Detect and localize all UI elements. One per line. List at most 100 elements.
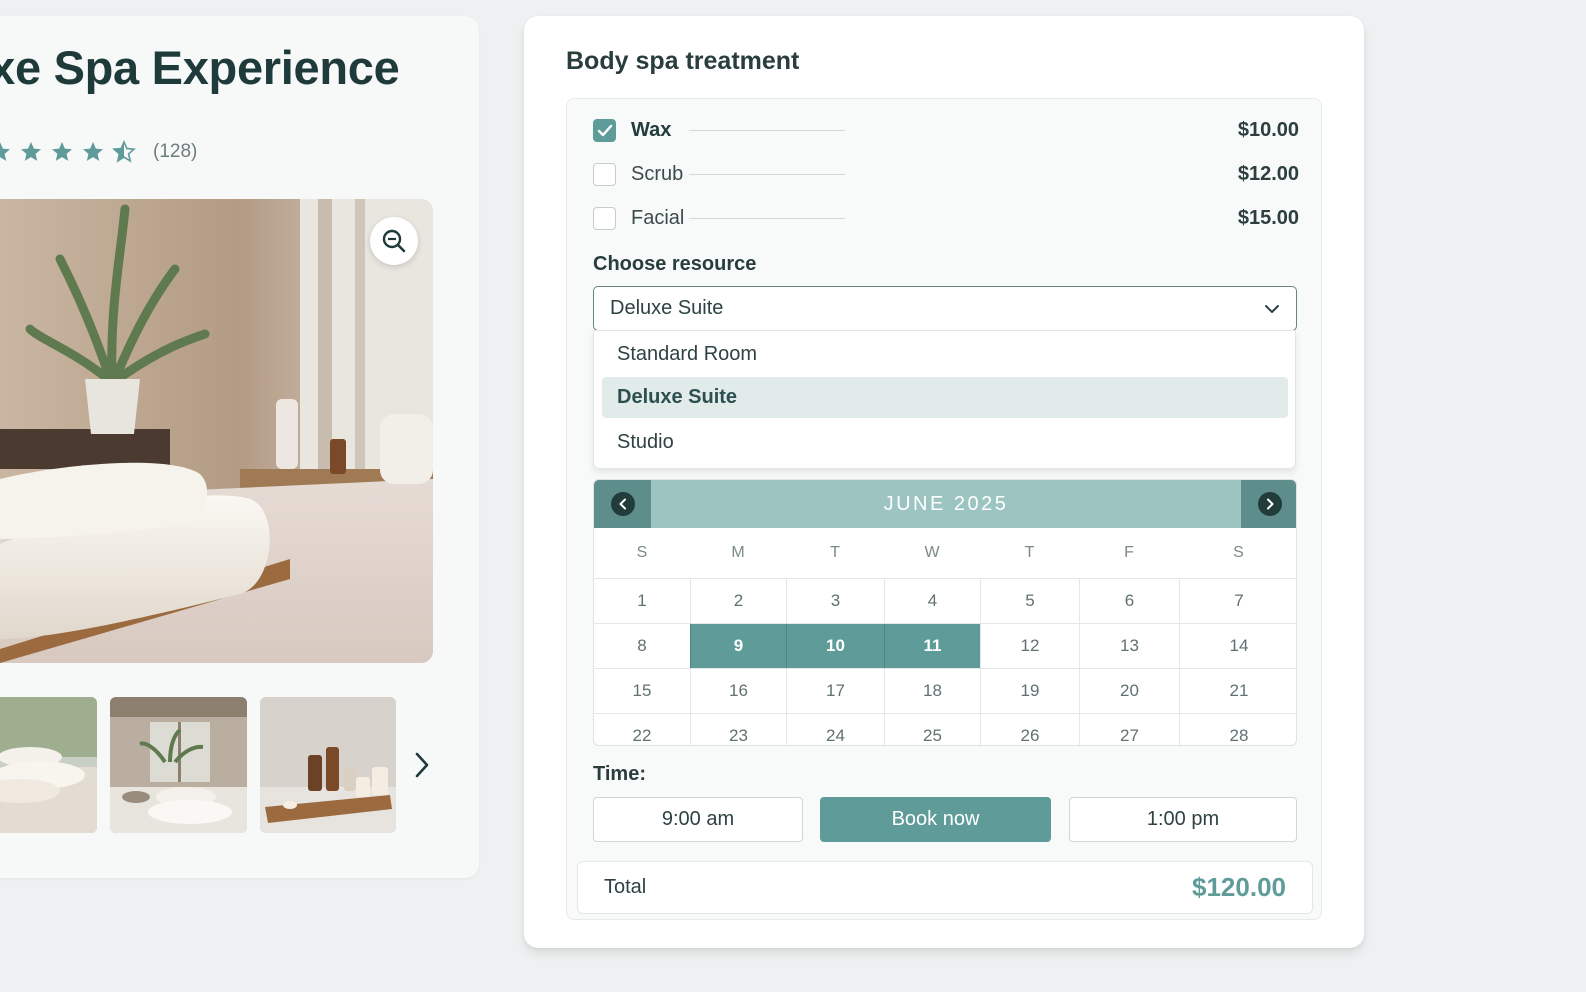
calendar-day[interactable]: 15 — [594, 669, 690, 713]
calendar-day[interactable]: 5 — [980, 579, 1079, 623]
calendar-day[interactable]: 23 — [690, 714, 786, 745]
calendar-day[interactable]: 22 — [594, 714, 690, 745]
gallery-thumbnail[interactable] — [0, 697, 97, 833]
calendar-weekdays: SMTWTFS — [594, 528, 1296, 578]
chevron-right-icon — [415, 752, 429, 778]
book-now-button[interactable]: Book now — [820, 797, 1051, 842]
addon-scrub[interactable]: Scrub $12.00 — [593, 159, 1299, 189]
total-label: Total — [604, 876, 647, 898]
calendar-weekday: W — [924, 544, 940, 561]
time-label: Time: — [593, 763, 646, 785]
calendar-day[interactable]: 21 — [1179, 669, 1296, 713]
addon-checkbox[interactable] — [593, 206, 616, 230]
chevron-right-icon — [1266, 498, 1273, 510]
calendar-weekday: F — [1124, 544, 1134, 561]
star-icon — [52, 142, 72, 161]
resource-label: Choose resource — [593, 253, 757, 275]
calendar-weekday: M — [731, 544, 745, 561]
chevron-left-icon — [619, 498, 626, 510]
calendar-day[interactable]: 14 — [1179, 624, 1296, 668]
calendar-day[interactable]: 28 — [1179, 714, 1296, 745]
calendar-prev-button[interactable] — [594, 480, 651, 528]
calendar-week-row: 1234567 — [594, 578, 1296, 623]
gallery-next-button[interactable] — [408, 748, 436, 782]
addon-divider — [689, 129, 845, 131]
total-value: $120.00 — [1192, 872, 1286, 902]
calendar-day[interactable]: 12 — [980, 624, 1079, 668]
addon-price: $10.00 — [1237, 118, 1299, 141]
addon-checkbox[interactable] — [593, 162, 616, 186]
calendar-day-selected[interactable]: 11 — [884, 624, 980, 668]
rating: (128) — [0, 140, 197, 164]
calendar-day[interactable]: 20 — [1079, 669, 1179, 713]
calendar-day[interactable]: 27 — [1079, 714, 1179, 745]
calendar-weekday: T — [1024, 544, 1035, 561]
addon-divider — [689, 173, 845, 175]
resource-option[interactable]: Standard Room — [602, 334, 1288, 375]
addon-price: $15.00 — [1237, 206, 1299, 229]
calendar-next-button[interactable] — [1241, 480, 1296, 528]
calendar-week-row: 22 23 24 25 26 27 28 — [594, 713, 1296, 745]
calendar-day[interactable]: 24 — [786, 714, 884, 745]
calendar-day[interactable]: 16 — [690, 669, 786, 713]
calendar-header: JUNE 2025 — [594, 480, 1296, 528]
time-slot-morning[interactable]: 9:00 am — [593, 797, 803, 842]
towels-thumbnail-photo — [0, 697, 97, 833]
addon-label: Wax — [631, 118, 672, 141]
star-icon — [21, 142, 41, 161]
addon-divider — [689, 217, 845, 219]
calendar-day[interactable]: 25 — [884, 714, 980, 745]
calendar-day[interactable]: 13 — [1079, 624, 1179, 668]
main-product-image[interactable] — [0, 199, 433, 663]
calendar-day[interactable]: 3 — [786, 579, 884, 623]
gallery-thumbnail[interactable] — [110, 697, 247, 833]
calendar-day[interactable]: 2 — [690, 579, 786, 623]
calendar-day[interactable]: 4 — [884, 579, 980, 623]
stones-thumbnail-photo — [110, 697, 247, 833]
calendar-week-row: 8 9 10 11 12 13 14 — [594, 623, 1296, 668]
total-summary: Total $120.00 — [577, 861, 1313, 914]
calendar-day-selected[interactable]: 10 — [786, 624, 884, 668]
check-icon — [597, 124, 612, 136]
spa-towels-photo — [0, 199, 433, 663]
resource-select-value: Deluxe Suite — [610, 297, 724, 319]
zoom-button[interactable] — [370, 217, 418, 265]
booking-title: Body spa treatment — [566, 47, 800, 75]
booking-panel: Body spa treatment Wax $10.00 Scrub $12.… — [524, 16, 1364, 948]
addon-wax[interactable]: Wax $10.00 — [593, 115, 1299, 145]
calendar-month: JUNE 2025 — [883, 493, 1009, 515]
calendar-weekday: T — [830, 544, 840, 561]
addon-facial[interactable]: Facial $15.00 — [593, 203, 1299, 233]
calendar-week-row: 15 16 17 18 19 20 21 — [594, 668, 1296, 713]
zoom-in-icon — [382, 229, 406, 253]
calendar-weekday: S — [1233, 544, 1244, 561]
gallery-thumbnail[interactable] — [260, 697, 396, 833]
resource-select[interactable]: Deluxe Suite — [593, 286, 1297, 331]
rating-count: (128) — [153, 141, 198, 162]
chevron-down-icon — [1265, 304, 1279, 313]
calendar-day[interactable]: 7 — [1179, 579, 1296, 623]
resource-option[interactable]: Studio — [602, 422, 1288, 463]
date-calendar: JUNE 2025 SMTWTFS 1 2 3 4 5 6 7 8 9 10 11 12 13 14 15 1… — [593, 479, 1297, 746]
resource-option-selected[interactable]: Deluxe Suite — [602, 377, 1288, 418]
resource-dropdown: Standard Room Deluxe Suite Studio — [593, 330, 1296, 469]
star-half-icon — [112, 140, 136, 163]
addon-label: Facial — [631, 206, 685, 229]
calendar-day[interactable]: 6 — [1079, 579, 1179, 623]
candles-thumbnail-photo — [260, 697, 396, 833]
addon-price: $12.00 — [1237, 162, 1299, 185]
star-icon — [0, 142, 10, 161]
star-icon — [83, 142, 103, 161]
time-slot-afternoon[interactable]: 1:00 pm — [1069, 797, 1297, 842]
calendar-day[interactable]: 17 — [786, 669, 884, 713]
addon-label: Scrub — [631, 162, 684, 185]
calendar-day-selected[interactable]: 9 — [690, 624, 786, 668]
calendar-day[interactable]: 19 — [980, 669, 1079, 713]
calendar-day[interactable]: 8 — [594, 624, 690, 668]
calendar-day[interactable]: 1 — [594, 579, 690, 623]
calendar-day[interactable]: 18 — [884, 669, 980, 713]
calendar-day[interactable]: 26 — [980, 714, 1079, 745]
booking-form: Wax $10.00 Scrub $12.00 Facial $15.00 Ch… — [566, 98, 1322, 920]
calendar-weekday: S — [636, 544, 648, 561]
addon-checkbox[interactable] — [593, 118, 616, 142]
